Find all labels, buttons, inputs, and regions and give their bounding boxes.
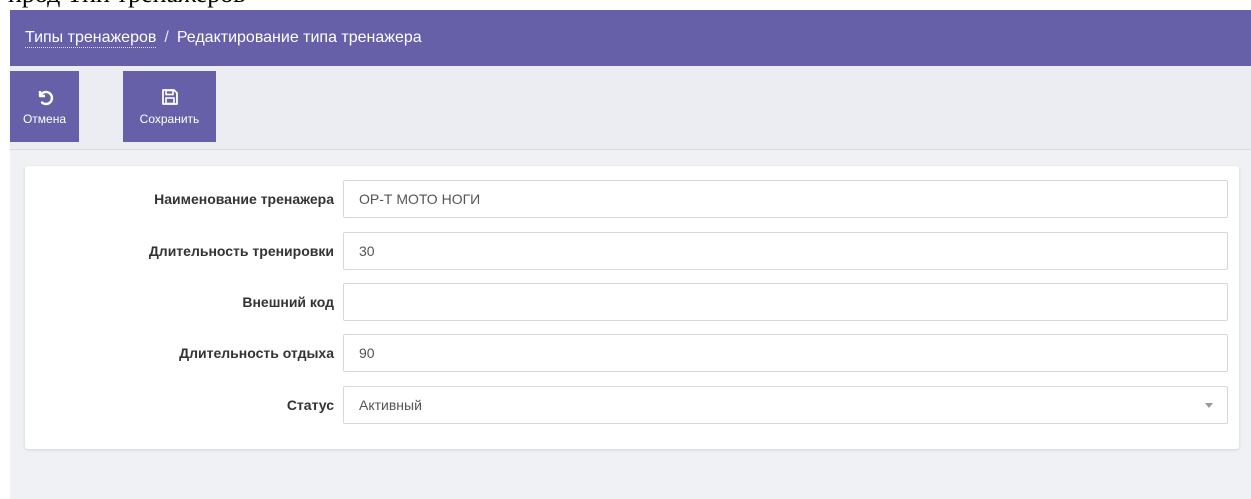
external-code-input[interactable] <box>343 283 1228 321</box>
form-row-rest-duration: Длительность отдыха <box>25 334 1239 372</box>
trainer-name-label: Наименование тренажера <box>154 191 334 207</box>
floppy-disk-icon <box>161 89 178 105</box>
breadcrumb-parent-link[interactable]: Типы тренажеров <box>25 29 157 48</box>
training-duration-input[interactable] <box>343 232 1228 270</box>
page-header: Типы тренажеров / Редактирование типа тр… <box>10 10 1251 66</box>
form-row-duration: Длительность тренировки <box>25 232 1239 270</box>
form-row-status: Статус Активный <box>25 386 1239 424</box>
cancel-button-label: Отмена <box>22 112 67 126</box>
status-label: Статус <box>286 397 334 413</box>
browser-top-strip: прод Тип тренажеров <box>0 0 1251 10</box>
breadcrumb-current: Редактирование типа тренажера <box>176 29 422 46</box>
toolbar: Отмена Сохранить <box>10 66 1251 150</box>
trainer-name-input[interactable] <box>343 180 1228 218</box>
top-strip-text: прод Тип тренажеров <box>8 0 246 8</box>
status-select-value: Активный <box>359 397 422 413</box>
save-button-label: Сохранить <box>139 112 200 126</box>
chevron-down-icon <box>1205 403 1213 408</box>
form-row-name: Наименование тренажера <box>25 180 1239 218</box>
form-row-external-code: Внешний код <box>25 283 1239 321</box>
external-code-label: Внешний код <box>242 294 334 310</box>
rest-duration-input[interactable] <box>343 334 1228 372</box>
training-duration-label: Длительность тренировки <box>148 243 334 259</box>
undo-icon <box>38 90 53 106</box>
cancel-button[interactable]: Отмена <box>10 71 79 142</box>
rest-duration-label: Длительность отдыха <box>179 345 334 361</box>
status-select[interactable]: Активный <box>343 386 1228 424</box>
edit-form-panel: Наименование тренажера Длительность трен… <box>25 166 1239 449</box>
save-button[interactable]: Сохранить <box>123 71 216 142</box>
breadcrumb-separator: / <box>164 29 169 46</box>
